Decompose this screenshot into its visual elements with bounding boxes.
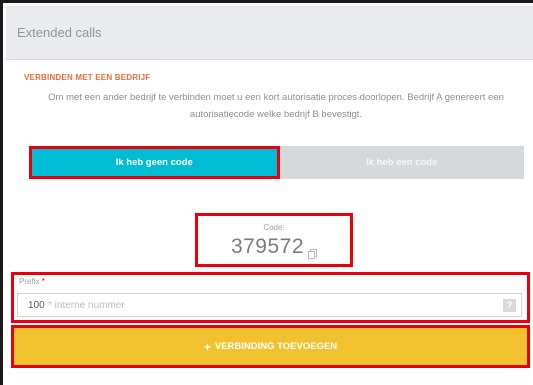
prefix-label-text: Prefix	[19, 277, 40, 286]
prefix-value: 100	[28, 300, 45, 311]
required-mark: *	[41, 277, 45, 286]
code-label: Code:	[263, 223, 285, 232]
copy-icon[interactable]	[308, 241, 318, 260]
prefix-input[interactable]: 100 * interne nummer ?	[17, 293, 522, 317]
panel-title: Extended calls	[17, 25, 102, 40]
panel-header: Extended calls	[6, 6, 533, 60]
add-connection-button[interactable]: + VERBINDING TOEVOEGEN	[11, 325, 530, 368]
code-display: Code: 379572	[195, 213, 353, 267]
add-connection-label: VERBINDING TOEVOEGEN	[214, 341, 338, 352]
extended-calls-panel: Extended calls VERBINDEN MET EEN BEDRIJF…	[0, 0, 533, 385]
prefix-placeholder: * interne nummer	[48, 300, 125, 311]
code-value: 379572	[230, 235, 305, 258]
prefix-label: Prefix *	[19, 277, 45, 286]
section-description: Om met een ander bedrijf te verbinden mo…	[48, 92, 504, 120]
code-value-row: 379572	[198, 235, 350, 260]
code-tabs: Ik heb geen code Ik heb een code	[29, 146, 524, 179]
tab-have-code[interactable]: Ik heb een code	[279, 146, 524, 179]
prefix-field-group: Prefix * 100 * interne nummer ?	[11, 272, 530, 323]
section-heading: VERBINDEN MET EEN BEDRIJF	[24, 73, 151, 82]
tab-no-code[interactable]: Ik heb geen code	[29, 146, 280, 179]
help-icon[interactable]: ?	[503, 299, 516, 312]
plus-icon: +	[203, 339, 211, 354]
